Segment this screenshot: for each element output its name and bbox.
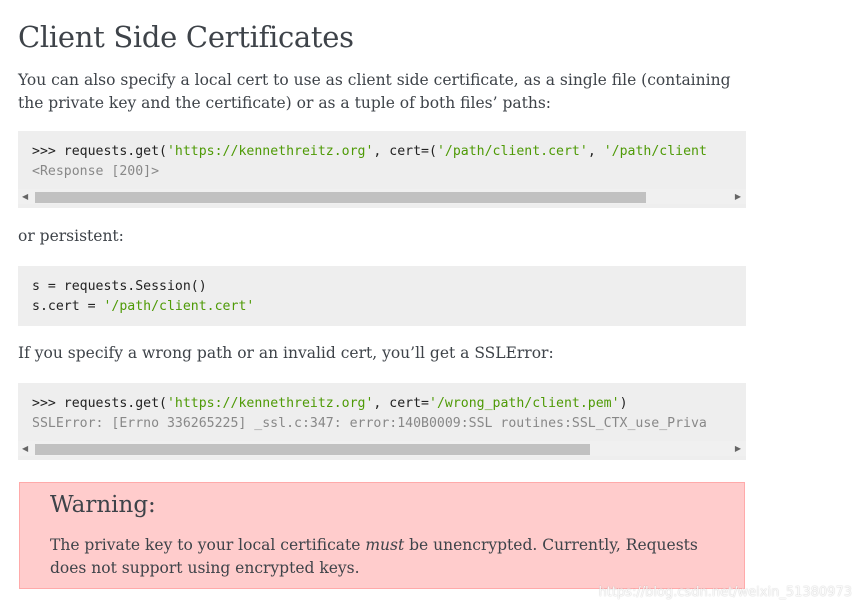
code-line: >>> requests.get('https://kennethreitz.o… — [32, 394, 732, 414]
code-text: , cert=( — [373, 144, 437, 159]
scroll-left-icon[interactable]: ◀ — [22, 441, 28, 456]
warning-text: The private key to your local certificat… — [50, 534, 730, 580]
warning-text-part: The private key to your local certificat… — [50, 536, 366, 554]
scroll-right-icon[interactable]: ▶ — [735, 441, 741, 456]
warning-box: Warning: The private key to your local c… — [19, 482, 745, 589]
code-line: s = requests.Session() — [32, 279, 207, 294]
code-block-tuple-cert: >>> requests.get('https://kennethreitz.o… — [18, 131, 746, 208]
persistent-paragraph: or persistent: — [18, 227, 124, 245]
code-content: s = requests.Session() s.cert = '/path/cl… — [18, 266, 746, 316]
code-prompt: >>> requests.get( — [32, 144, 167, 159]
scroll-left-icon[interactable]: ◀ — [22, 189, 28, 204]
intro-paragraph: You can also specify a local cert to use… — [18, 71, 731, 112]
code-string-key: '/path/client — [603, 144, 707, 159]
code-content: >>> requests.get('https://kennethreitz.o… — [18, 131, 746, 181]
code-block-ssl-error: >>> requests.get('https://kennethreitz.o… — [18, 383, 746, 460]
code-output: <Response [200]> — [32, 163, 160, 179]
error-paragraph: If you specify a wrong path or an invali… — [18, 344, 554, 362]
scrollbar-thumb[interactable] — [35, 444, 590, 455]
code-string-url: 'https://kennethreitz.org' — [166, 144, 374, 159]
code-line: s.cert = '/path/client.cert' — [32, 297, 732, 317]
code-string-cert: '/wrong_path/client.pem' — [429, 396, 620, 411]
warning-title: Warning: — [50, 492, 156, 518]
code-prompt: >>> requests.get( — [32, 396, 167, 411]
scroll-right-icon[interactable]: ▶ — [735, 189, 741, 204]
code-string-cert: '/path/client.cert' — [436, 144, 588, 159]
code-output: SSLError: [Errno 336265225] _ssl.c:347: … — [32, 415, 707, 431]
code-text: ) — [619, 396, 628, 411]
code-text: , cert= — [373, 396, 429, 411]
section-title: Client Side Certificates — [18, 20, 354, 54]
code-string-url: 'https://kennethreitz.org' — [166, 396, 374, 411]
horizontal-scrollbar[interactable]: ◀ ▶ — [18, 441, 746, 456]
code-line: >>> requests.get('https://kennethreitz.o… — [32, 142, 732, 162]
document-content: Client Side Certificates You can also sp… — [18, 0, 746, 460]
warning-emphasis: must — [365, 536, 405, 554]
code-content: >>> requests.get('https://kennethreitz.o… — [18, 383, 746, 433]
watermark: https://blog.csdn.net/weixin_51380973 — [598, 585, 852, 600]
horizontal-scrollbar[interactable]: ◀ ▶ — [18, 189, 746, 204]
code-block-session: s = requests.Session() s.cert = '/path/cl… — [18, 266, 746, 326]
code-text: s.cert = — [32, 298, 104, 314]
code-text: , — [587, 144, 604, 159]
code-string-cert: '/path/client.cert' — [103, 298, 255, 314]
scrollbar-thumb[interactable] — [35, 192, 646, 203]
